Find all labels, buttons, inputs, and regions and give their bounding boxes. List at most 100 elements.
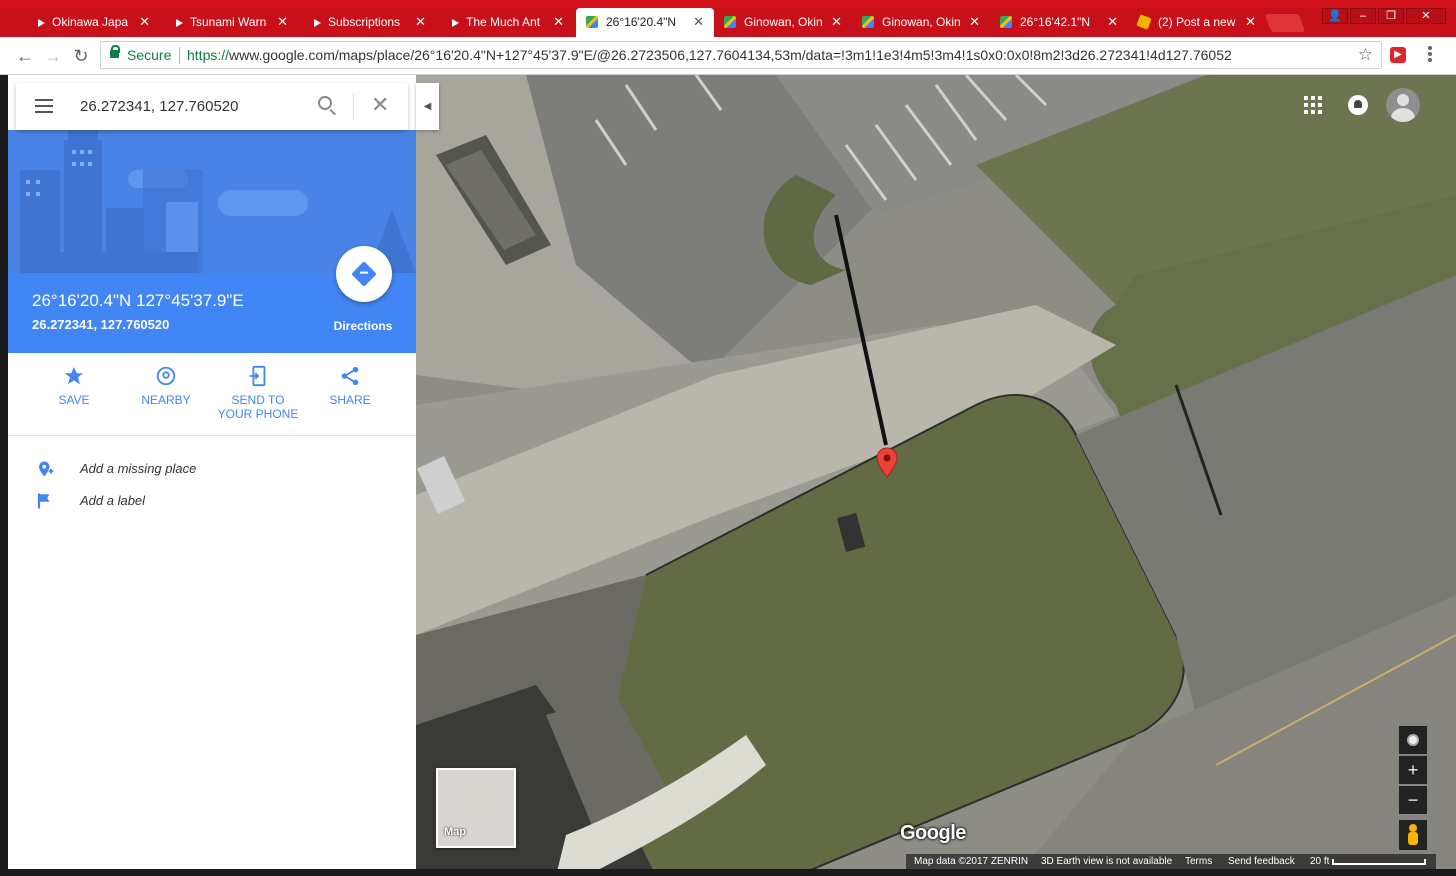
directions-label[interactable]: Directions <box>328 319 398 333</box>
map-footer: Map data ©2017 ZENRIN 3D Earth view is n… <box>906 854 1436 869</box>
forward-arrow-icon[interactable]: → <box>42 45 64 67</box>
send-to-phone-label: SEND TO YOUR PHONE <box>217 393 299 421</box>
restore-icon[interactable]: ❐ <box>1378 8 1404 24</box>
google-maps-icon <box>1000 16 1012 28</box>
browser-toolbar: ← → ↻ Secure https://www.google.com/maps… <box>0 37 1456 75</box>
search-icon[interactable] <box>318 96 332 110</box>
directions-button[interactable] <box>336 246 392 302</box>
map-zoom-controls: + − <box>1399 726 1427 816</box>
google-maps-icon <box>586 16 598 28</box>
scale-bar <box>1332 859 1426 865</box>
zoom-in-button[interactable]: + <box>1399 756 1427 784</box>
youtube-icon <box>452 19 459 27</box>
close-tab-icon[interactable]: ✕ <box>693 14 704 30</box>
close-window-icon[interactable]: ✕ <box>1406 8 1446 24</box>
search-input[interactable] <box>78 93 298 119</box>
share-icon <box>339 365 361 387</box>
profile-icon[interactable]: 👤 <box>1322 8 1348 24</box>
tab-other-coordinates[interactable]: 26°16'42.1"N ✕ <box>990 8 1128 37</box>
close-tab-icon[interactable]: ✕ <box>553 14 564 30</box>
google-apps-icon[interactable] <box>1304 96 1322 114</box>
add-label-link[interactable]: Add a label <box>8 489 416 513</box>
tab-title: 26°16'42.1"N <box>1020 15 1091 29</box>
zoom-out-button[interactable]: − <box>1399 786 1427 814</box>
close-tab-icon[interactable]: ✕ <box>1107 14 1118 30</box>
divider <box>8 435 416 436</box>
star-icon <box>63 365 85 387</box>
new-tab-button[interactable] <box>1264 14 1306 32</box>
tab-current-coordinates[interactable]: 26°16'20.4"N ✕ <box>576 8 714 37</box>
save-button[interactable]: SAVE <box>29 365 119 407</box>
tab-tsunami-warning[interactable]: Tsunami Warn ✕ <box>160 8 298 37</box>
map-type-label: Map <box>444 826 466 838</box>
reload-icon[interactable]: ↻ <box>70 45 92 67</box>
send-to-phone-button[interactable]: SEND TO YOUR PHONE <box>213 365 303 421</box>
os-taskbar <box>0 869 1456 876</box>
bookmark-star-icon[interactable]: ☆ <box>1358 45 1373 65</box>
tab-ginowan-2[interactable]: Ginowan, Okin ✕ <box>852 8 990 37</box>
close-tab-icon[interactable]: ✕ <box>277 14 288 30</box>
place-coordinates-dms: 26°16'20.4"N 127°45'37.9"E <box>32 291 244 310</box>
satellite-map-view[interactable] <box>416 75 1456 876</box>
tab-post-new[interactable]: (2) Post a new ✕ <box>1128 8 1266 37</box>
youtube-icon <box>314 19 321 27</box>
close-tab-icon[interactable]: ✕ <box>969 14 980 30</box>
tab-okinawa-japan[interactable]: Okinawa Japa ✕ <box>22 8 160 37</box>
youtube-icon <box>176 19 183 27</box>
save-label: SAVE <box>58 393 90 407</box>
flag-icon <box>36 491 54 509</box>
url-scheme: https:// <box>187 47 230 63</box>
close-tab-icon[interactable]: ✕ <box>139 14 150 30</box>
add-missing-place-link[interactable]: Add a missing place <box>8 457 416 481</box>
close-tab-icon[interactable]: ✕ <box>831 14 842 30</box>
scale-label[interactable]: 20 ft <box>1310 856 1329 867</box>
send-to-phone-icon <box>247 365 269 387</box>
tab-title: Tsunami Warn <box>190 15 267 29</box>
notifications-bell-icon[interactable] <box>1348 95 1368 115</box>
nearby-icon <box>155 365 177 387</box>
terms-link[interactable]: Terms <box>1185 856 1212 867</box>
google-maps-icon <box>724 16 736 28</box>
share-button[interactable]: SHARE <box>305 365 395 407</box>
place-coordinates-decimal: 26.272341, 127.760520 <box>32 317 170 332</box>
tab-title: Ginowan, Okin <box>744 15 823 29</box>
tab-ginowan-1[interactable]: Ginowan, Okin ✕ <box>714 8 852 37</box>
divider <box>353 93 354 120</box>
url-path: www.google.com/maps/place/26°16'20.4"N+1… <box>229 47 1232 63</box>
extension-icon[interactable]: ▶ <box>1390 47 1406 63</box>
search-box[interactable]: ✕ <box>16 83 408 130</box>
tab-the-much-ant[interactable]: The Much Ant ✕ <box>436 8 574 37</box>
browser-tab-strip: Okinawa Japa ✕ Tsunami Warn ✕ Subscripti… <box>0 0 1456 37</box>
add-place-icon <box>36 459 54 477</box>
my-location-button[interactable] <box>1399 726 1427 754</box>
add-missing-place-label: Add a missing place <box>80 461 197 476</box>
directions-icon <box>351 261 377 287</box>
menu-hamburger-icon[interactable] <box>35 99 53 117</box>
divider <box>179 47 180 64</box>
account-avatar[interactable] <box>1386 88 1420 122</box>
browser-menu-icon[interactable] <box>1428 45 1434 65</box>
tab-title: Okinawa Japa <box>52 15 129 29</box>
collapse-panel-button[interactable]: ◀ <box>416 83 439 130</box>
satellite-imagery <box>416 75 1456 876</box>
tab-subscriptions[interactable]: Subscriptions ✕ <box>298 8 436 37</box>
nearby-label: NEARBY <box>141 393 191 407</box>
close-tab-icon[interactable]: ✕ <box>1245 14 1256 30</box>
tab-title: Ginowan, Okin <box>882 15 961 29</box>
tab-title: (2) Post a new <box>1158 15 1236 29</box>
clear-search-icon[interactable]: ✕ <box>371 92 389 118</box>
google-maps-icon <box>862 16 874 28</box>
street-view-pegman-icon[interactable] <box>1399 820 1427 850</box>
close-tab-icon[interactable]: ✕ <box>415 14 426 30</box>
url-text[interactable]: https://www.google.com/maps/place/26°16'… <box>187 47 1232 63</box>
nearby-button[interactable]: NEARBY <box>121 365 211 407</box>
google-logo: Google <box>900 822 966 844</box>
send-feedback-link[interactable]: Send feedback <box>1228 856 1295 867</box>
address-bar[interactable]: Secure https://www.google.com/maps/place… <box>100 41 1382 69</box>
earth-view-notice: 3D Earth view is not available <box>1041 856 1173 867</box>
tab-title: 26°16'20.4"N <box>606 15 677 29</box>
location-pin-icon[interactable] <box>876 447 898 491</box>
map-type-toggle[interactable]: Map <box>436 768 516 848</box>
back-arrow-icon[interactable]: ← <box>14 45 36 67</box>
minimize-icon[interactable]: – <box>1350 8 1376 24</box>
